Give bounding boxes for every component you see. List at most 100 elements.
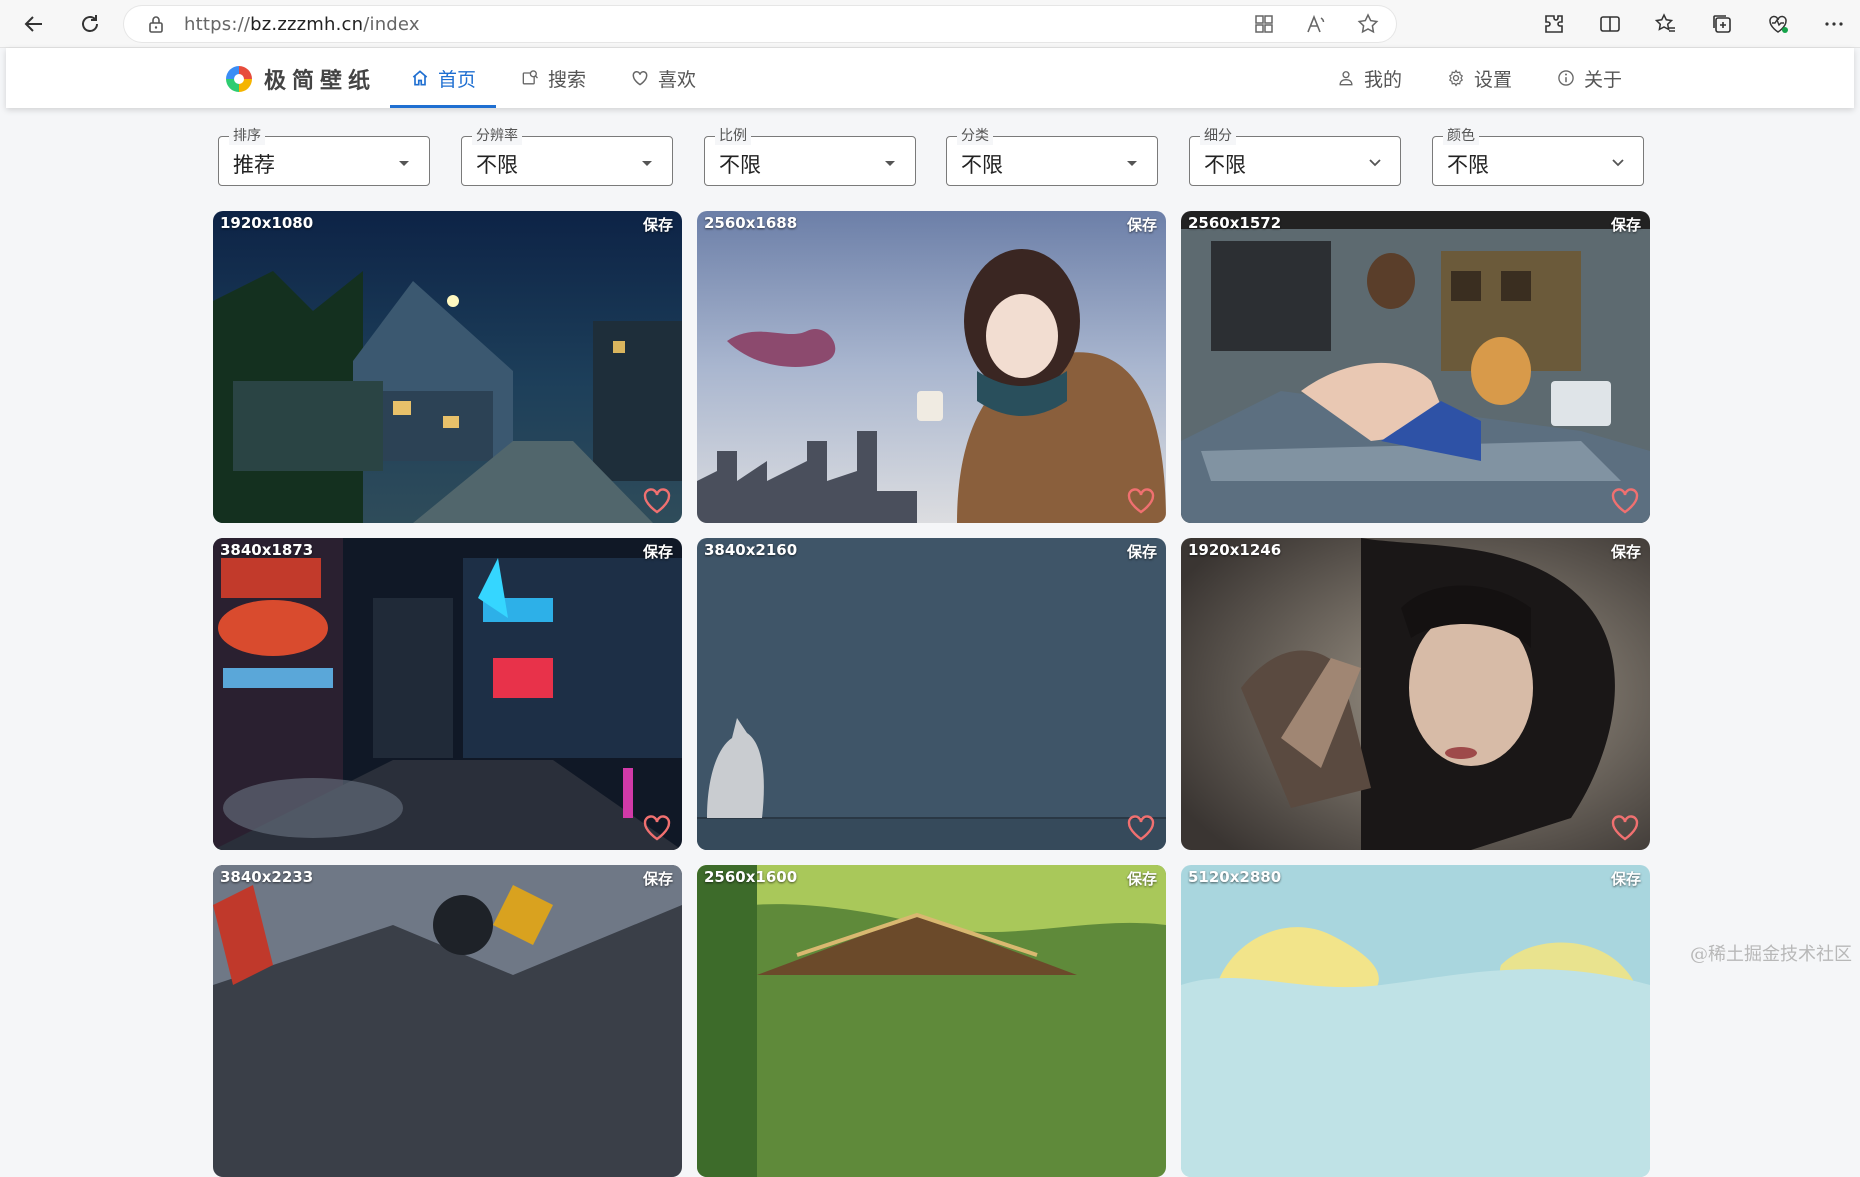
wallpaper-image <box>697 865 1166 1177</box>
gear-icon <box>1448 69 1464 87</box>
nav-search[interactable]: 搜索 <box>520 48 586 108</box>
filter-ratio-value: 不限 <box>719 153 761 177</box>
nav-favorites-label: 喜欢 <box>658 68 697 91</box>
nav-settings[interactable]: 设置 <box>1446 48 1512 108</box>
refresh-button[interactable] <box>70 4 110 44</box>
filter-color[interactable]: 颜色 不限 <box>1432 127 1644 186</box>
filter-subcategory-label: 细分 <box>1200 127 1236 145</box>
caret-down-icon <box>885 161 895 166</box>
nav-mine[interactable]: 我的 <box>1336 48 1402 108</box>
app-header: 极简壁纸 首页 搜索 喜欢 我的 设置 关于 <box>6 48 1854 108</box>
browser-essentials-button[interactable] <box>1758 4 1798 44</box>
filter-category-label: 分类 <box>957 127 993 145</box>
more-menu-button[interactable] <box>1814 4 1854 44</box>
heart-pulse-icon <box>1769 15 1788 33</box>
save-button[interactable]: 保存 <box>643 868 673 889</box>
filter-sort-value: 推荐 <box>233 153 275 177</box>
home-icon <box>412 70 428 86</box>
heart-icon[interactable] <box>1610 814 1640 842</box>
back-arrow-icon <box>24 15 42 32</box>
wallpaper-card[interactable]: 3840x2233 保存 <box>213 865 682 1177</box>
read-aloud-icon[interactable] <box>1304 12 1328 36</box>
caret-down-icon <box>1127 161 1137 166</box>
filter-resolution-label: 分辨率 <box>472 127 522 145</box>
wallpaper-card[interactable]: 2560x1572 保存 <box>1181 211 1650 523</box>
filter-subcategory-value: 不限 <box>1204 153 1246 177</box>
resolution-label: 3840x2160 <box>704 541 798 559</box>
filter-category-value: 不限 <box>961 153 1003 177</box>
heart-icon[interactable] <box>1126 814 1156 842</box>
filter-resolution[interactable]: 分辨率 不限 <box>461 127 673 186</box>
heart-icon[interactable] <box>642 814 672 842</box>
nav-home-label: 首页 <box>438 68 477 91</box>
save-button[interactable]: 保存 <box>1611 541 1641 562</box>
wallpaper-card[interactable]: 2560x1600 保存 <box>697 865 1166 1177</box>
save-button[interactable]: 保存 <box>1127 868 1157 889</box>
filter-color-label: 颜色 <box>1443 127 1479 145</box>
filter-resolution-value: 不限 <box>476 153 518 177</box>
resolution-label: 2560x1688 <box>704 214 798 232</box>
more-dots-icon <box>1825 22 1843 26</box>
wallpaper-image <box>1181 538 1650 850</box>
extensions-button[interactable] <box>1534 4 1574 44</box>
save-button[interactable]: 保存 <box>1127 214 1157 235</box>
split-screen-button[interactable] <box>1590 4 1630 44</box>
nav-home[interactable]: 首页 <box>389 48 497 108</box>
favorites-icon <box>1654 13 1675 32</box>
nav-settings-label: 设置 <box>1474 68 1513 91</box>
wallpaper-card[interactable]: 1920x1246 保存 <box>1181 538 1650 850</box>
resolution-label: 5120x2880 <box>1188 868 1282 886</box>
nav-mine-label: 我的 <box>1364 68 1403 91</box>
address-bar[interactable]: https://bz.zzzmh.cn/index <box>124 6 1396 42</box>
collections-icon <box>1713 15 1731 33</box>
save-button[interactable]: 保存 <box>1611 214 1641 235</box>
filter-category[interactable]: 分类 不限 <box>946 127 1158 186</box>
filter-ratio[interactable]: 比例 不限 <box>704 127 916 186</box>
chevron-down-icon <box>1612 159 1624 167</box>
wallpaper-card[interactable]: 3840x1873 保存 <box>213 538 682 850</box>
wallpaper-image <box>697 211 1166 523</box>
filter-color-value: 不限 <box>1447 153 1489 177</box>
heart-icon[interactable] <box>1126 487 1156 515</box>
browser-toolbar: https://bz.zzzmh.cn/index <box>0 0 1860 48</box>
wallpaper-card[interactable]: 3840x2160 保存 <box>697 538 1166 850</box>
favorite-star-icon[interactable] <box>1356 12 1380 36</box>
collections-button[interactable] <box>1702 4 1742 44</box>
heart-icon[interactable] <box>642 487 672 515</box>
save-button[interactable]: 保存 <box>643 541 673 562</box>
watermark: @稀土掘金技术社区 <box>1690 944 1852 965</box>
caret-down-icon <box>399 161 409 166</box>
wallpaper-image <box>213 865 682 1177</box>
filter-sort[interactable]: 排序 推荐 <box>218 127 430 186</box>
favorites-button[interactable] <box>1646 4 1686 44</box>
wallpaper-card[interactable]: 2560x1688 保存 <box>697 211 1166 523</box>
refresh-icon <box>82 14 98 32</box>
nav-favorites[interactable]: 喜欢 <box>630 48 696 108</box>
filter-subcategory[interactable]: 细分 不限 <box>1189 127 1401 186</box>
nav-search-label: 搜索 <box>548 68 587 91</box>
resolution-label: 3840x1873 <box>220 541 314 559</box>
chevron-down-icon <box>1369 159 1381 167</box>
nav-about[interactable]: 关于 <box>1556 48 1622 108</box>
user-icon <box>1339 71 1353 86</box>
resolution-label: 2560x1572 <box>1188 214 1282 232</box>
wallpaper-card[interactable]: 1920x1080 保存 <box>213 211 682 523</box>
logo-text: 极简壁纸 <box>264 69 377 94</box>
save-button[interactable]: 保存 <box>1127 541 1157 562</box>
apps-icon[interactable] <box>1252 12 1276 36</box>
puzzle-icon <box>1545 15 1563 33</box>
logo[interactable]: 极简壁纸 <box>226 63 376 95</box>
split-screen-icon <box>1600 16 1620 32</box>
url-text: https://bz.zzzmh.cn/index <box>184 13 420 35</box>
save-button[interactable]: 保存 <box>1611 868 1641 889</box>
resolution-label: 2560x1600 <box>704 868 798 886</box>
back-button[interactable] <box>14 4 54 44</box>
save-button[interactable]: 保存 <box>643 214 673 235</box>
caret-down-icon <box>642 161 652 166</box>
heart-icon[interactable] <box>1610 487 1640 515</box>
heart-outline-icon <box>632 70 648 86</box>
search-icon <box>522 70 538 85</box>
wallpaper-card[interactable]: 5120x2880 保存 <box>1181 865 1650 1177</box>
wallpaper-image <box>1181 865 1650 1177</box>
wallpaper-image <box>213 538 682 850</box>
